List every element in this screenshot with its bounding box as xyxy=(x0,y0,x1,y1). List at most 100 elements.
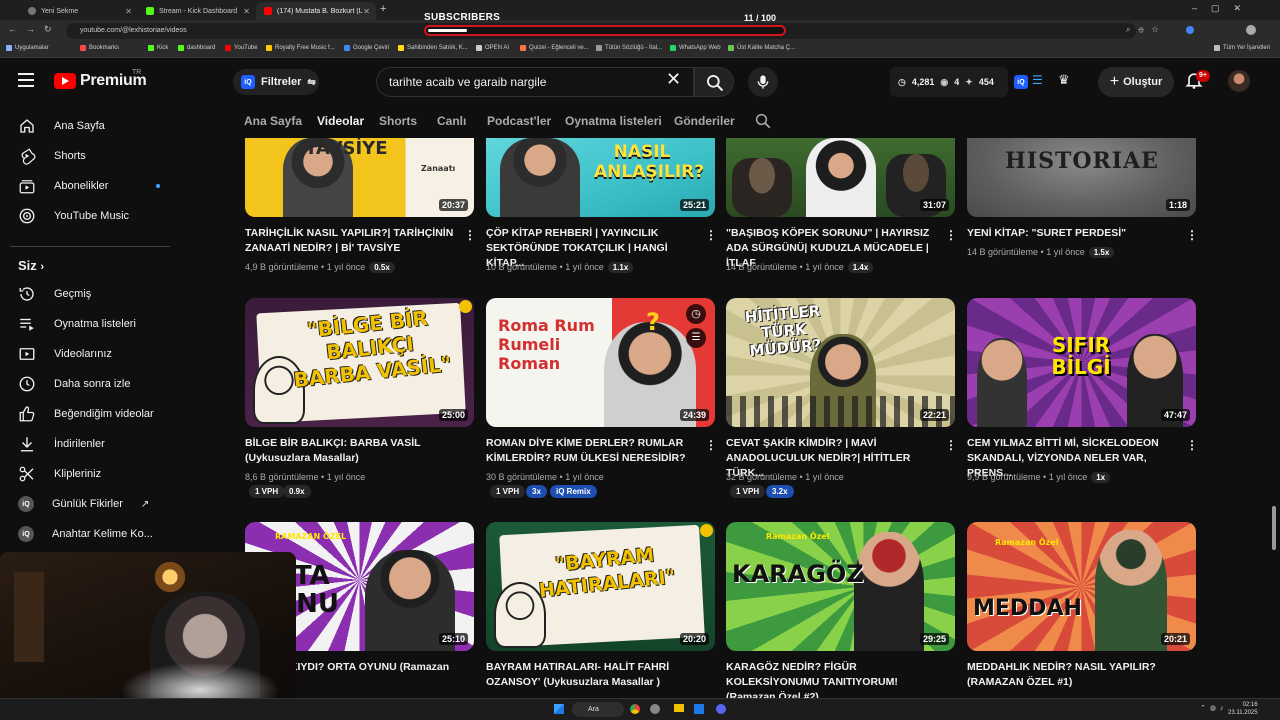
bookmark[interactable]: Uygulamalar xyxy=(6,45,49,51)
folder-icon[interactable] xyxy=(674,704,684,712)
tab-home[interactable]: Ana Sayfa xyxy=(244,114,302,128)
tab-posts[interactable]: Gönderiler xyxy=(674,114,735,128)
search-input[interactable]: tarihte acaib ve garaib nargile xyxy=(376,67,694,97)
video-thumbnail[interactable]: NASIL ANLAŞILIR? 25:21 xyxy=(486,138,715,217)
bookmark[interactable]: dashboard xyxy=(178,45,215,51)
taskbar-search[interactable]: Ara xyxy=(572,702,624,717)
sidebar-section-you[interactable]: Siz › xyxy=(18,258,44,273)
new-tab-button[interactable]: + xyxy=(380,3,386,15)
video-thumbnail[interactable]: "BAYRAM HATIRALARI" 20:20 xyxy=(486,522,715,651)
video-thumbnail[interactable]: Roma Rum Rumeli Roman ? ◷ ☰ 24:39 xyxy=(486,298,715,427)
sidebar-item-watch-later[interactable]: Daha sonra izle xyxy=(10,370,160,398)
bookmark[interactable]: OPEN AI xyxy=(476,45,509,51)
sidebar-item-subscriptions[interactable]: Abonelikler xyxy=(10,172,160,200)
more-options-icon[interactable]: ⋮ xyxy=(945,438,957,452)
browser-toolbar-icons[interactable]: ⌕⊕☆ xyxy=(1126,25,1166,35)
more-options-icon[interactable]: ⋮ xyxy=(705,228,717,242)
sidebar-item-home[interactable]: Ana Sayfa xyxy=(10,112,160,140)
sidebar-item-youtube-music[interactable]: YouTube Music xyxy=(10,202,160,230)
tab-playlists[interactable]: Oynatma listeleri xyxy=(565,114,662,128)
voice-search-button[interactable] xyxy=(748,67,778,97)
tab-podcasts[interactable]: Podcast'ler xyxy=(487,114,551,128)
watch-later-icon[interactable]: ◷ xyxy=(686,304,706,324)
more-options-icon[interactable]: ⋮ xyxy=(1186,438,1198,452)
chrome-icon[interactable] xyxy=(630,704,640,714)
bookmark[interactable]: Kick xyxy=(148,45,168,51)
video-thumbnail[interactable]: 31:07 xyxy=(726,138,955,217)
tab-live[interactable]: Canlı xyxy=(437,114,466,128)
avatar[interactable] xyxy=(1228,70,1250,92)
more-options-icon[interactable]: ⋮ xyxy=(705,438,717,452)
browser-tab[interactable]: Stream - Kick Dashboard ✕ xyxy=(138,2,256,20)
sidebar-item-history[interactable]: Geçmiş xyxy=(10,280,160,308)
video-title[interactable]: BAYRAM HATIRALARI- HALİT FAHRİ OZANSOY' … xyxy=(486,660,696,690)
sidebar-item-shorts[interactable]: Shorts xyxy=(10,142,160,170)
app-icon[interactable] xyxy=(650,704,660,714)
sidebar-item-liked-videos[interactable]: Beğendiğim videolar xyxy=(10,400,160,428)
bookmark[interactable]: Quizei - Eğlenceli ve... xyxy=(520,45,589,51)
remix-button[interactable]: iQ Remix xyxy=(550,485,597,498)
close-tab-icon[interactable]: ✕ xyxy=(363,7,370,16)
window-controls[interactable]: –▢✕ xyxy=(1192,3,1255,14)
video-title[interactable]: TARİHÇİLİK NASIL YAPILIR?| TARİHÇİNİN ZA… xyxy=(245,226,455,256)
video-thumbnail[interactable]: TAVSİYE Zanaatı 20:37 xyxy=(245,138,474,217)
more-options-icon[interactable]: ⋮ xyxy=(464,228,476,242)
tab-shorts[interactable]: Shorts xyxy=(379,114,417,128)
sidebar-item-downloads[interactable]: İndirilenler xyxy=(10,430,160,458)
sidebar-item-playlists[interactable]: Oynatma listeleri xyxy=(10,310,160,338)
windows-start-icon[interactable] xyxy=(554,704,564,714)
create-button[interactable]: + Oluştur xyxy=(1098,67,1174,97)
video-thumbnail[interactable]: HİTİTLER TÜRK MÜDÜR? 22:21 xyxy=(726,298,955,427)
close-tab-icon[interactable]: ✕ xyxy=(125,7,132,16)
profile-icon[interactable] xyxy=(1246,25,1256,35)
all-bookmarks[interactable]: Tüm Yer İşaretleri xyxy=(1214,45,1270,51)
tab-videos[interactable]: Videolar xyxy=(317,114,364,128)
store-icon[interactable] xyxy=(694,704,704,714)
sidebar-item-daily-ideas[interactable]: iQ Günlük Fikirler ↗ xyxy=(10,490,160,518)
bookmark[interactable]: Google Çeviri xyxy=(344,45,389,51)
video-duration: 25:10 xyxy=(438,633,468,645)
video-title[interactable]: MEDDAHLIK NEDİR? NASIL YAPILIR? (RAMAZAN… xyxy=(967,660,1177,690)
video-thumbnail[interactable]: HISTORIAE 1:18 xyxy=(967,138,1196,217)
filters-button[interactable]: iQ Filtreler ⇋ xyxy=(233,69,319,95)
bookmark[interactable]: WhatsApp Web xyxy=(670,45,721,51)
add-to-queue-icon[interactable]: ☰ xyxy=(686,328,706,348)
vidiq-stats-widget[interactable]: ◷ 4,281 ◉ 4 ✦ 454 xyxy=(890,67,1008,97)
video-title[interactable]: ROMAN DİYE KİME DERLER? RUMLAR KİMLERDİR… xyxy=(486,436,696,466)
list-icon[interactable]: ☰ xyxy=(1032,73,1043,87)
video-thumbnail[interactable]: Ramazan Özel MEDDAH 20:21 xyxy=(967,522,1196,651)
video-title[interactable]: YENİ KİTAP: "SURET PERDESİ" xyxy=(967,226,1177,241)
nav-buttons[interactable]: ←→↻ xyxy=(8,24,61,35)
extension-icon[interactable] xyxy=(1186,26,1194,34)
clear-search-icon[interactable]: ✕ xyxy=(666,69,681,90)
bookmark[interactable]: Üst Kalite Matcha Ç... xyxy=(728,45,795,51)
sidebar-item-your-videos[interactable]: Videolarınız xyxy=(10,340,160,368)
shelf-shape xyxy=(14,572,44,662)
page-scrollbar[interactable] xyxy=(1272,506,1276,550)
sidebar-item-clips[interactable]: Klipleriniz xyxy=(10,460,160,488)
trophy-icon[interactable]: ♛ xyxy=(1058,72,1070,88)
channel-search-icon[interactable] xyxy=(754,112,772,130)
video-title[interactable]: BİLGE BİR BALIKÇI: BARBA VASİL (Uykusuzl… xyxy=(245,436,455,466)
search-button[interactable] xyxy=(694,67,734,97)
bookmark[interactable]: Sahibinden Satılık, K... xyxy=(398,45,468,51)
bookmark[interactable]: Tütün Sözlüğü - İtal... xyxy=(596,45,662,51)
video-thumbnail[interactable]: "BİLGE BİR BALIKÇI BARBA VASİL" 25:00 xyxy=(245,298,474,427)
vidiq-icon[interactable]: iQ xyxy=(1014,75,1028,89)
close-tab-icon[interactable]: ✕ xyxy=(243,7,250,16)
sidebar-item-keyword-tool[interactable]: iQ Anahtar Kelime Ko... xyxy=(10,520,160,548)
browser-tab-active[interactable]: (174) Mustafa B. Bozkurt (Lex H... ✕ xyxy=(256,2,376,20)
discord-icon[interactable] xyxy=(716,704,726,714)
hamburger-menu-icon[interactable] xyxy=(18,73,34,87)
video-thumbnail[interactable]: Ramazan Özel KARAGÖZ 29:25 xyxy=(726,522,955,651)
video-thumbnail[interactable]: SIFIR BİLGİ 47:47 xyxy=(967,298,1196,427)
taskbar-clock[interactable]: 02:16 23.11.2025 xyxy=(1228,701,1258,717)
youtube-premium-logo[interactable]: Premium TR xyxy=(54,69,147,90)
more-options-icon[interactable]: ⋮ xyxy=(1186,228,1198,242)
bookmark[interactable]: YouTube xyxy=(225,45,258,51)
system-tray-icons[interactable]: ⌃◍♪ xyxy=(1200,704,1227,712)
bookmark[interactable]: Royalty Free Music f... xyxy=(266,45,335,51)
bookmark[interactable]: Bookmarks xyxy=(80,45,119,51)
more-options-icon[interactable]: ⋮ xyxy=(945,228,957,242)
browser-tab[interactable]: Yeni Sekme ✕ xyxy=(20,2,138,20)
